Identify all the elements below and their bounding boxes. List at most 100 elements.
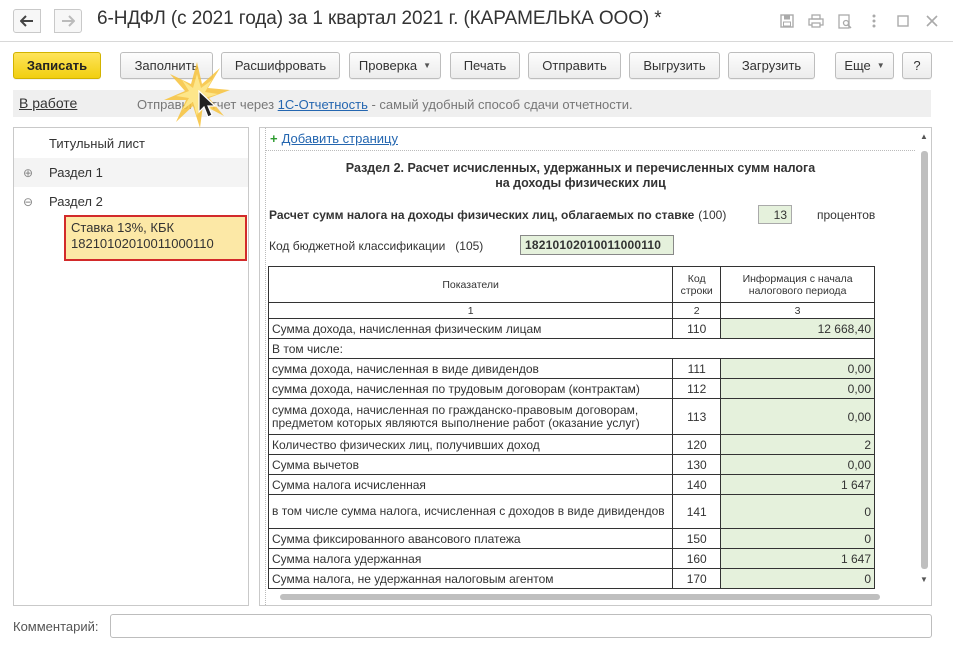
- table-row: в том числе сумма налога, исчисленная с …: [267, 494, 875, 529]
- check-button-label: Проверка: [358, 58, 418, 73]
- row-code: 110: [672, 318, 722, 339]
- row-code: 113: [672, 398, 722, 435]
- tree-item-label: Раздел 2: [49, 194, 103, 209]
- collapse-icon[interactable]: ⊖: [22, 195, 34, 209]
- row-label: Сумма вычетов: [267, 454, 674, 475]
- row-label: В том числе:: [268, 338, 875, 359]
- column-header: Код строки: [672, 266, 722, 303]
- table-row: Количество физических лиц, получивших до…: [267, 434, 875, 455]
- sections-tree: Титульный лист ⊕ Раздел 1 ⊖ Раздел 2 Ста…: [13, 127, 249, 606]
- report-form: + Добавить страницу Раздел 2. Расчет исчи…: [259, 127, 932, 606]
- table-row: Сумма налога исчисленная 140 1 647: [267, 474, 875, 495]
- table-row: Сумма налога, не удержанная налоговым аг…: [267, 568, 875, 589]
- forward-button[interactable]: [54, 9, 82, 33]
- status-info-suffix: - самый удобный способ сдачи отчетности.: [367, 97, 633, 112]
- row-label: Сумма налога удержанная: [267, 548, 674, 569]
- back-button[interactable]: [13, 9, 41, 33]
- document-title: 6-НДФЛ (с 2021 года) за 1 квартал 2021 г…: [97, 8, 662, 29]
- section-title-line1: Раздел 2. Расчет исчисленных, удержанных…: [345, 161, 816, 175]
- horizontal-scrollbar[interactable]: [262, 592, 916, 602]
- row-code: 140: [672, 474, 722, 495]
- row-code: 150: [672, 528, 722, 549]
- close-icon[interactable]: [923, 12, 941, 30]
- chevron-down-icon: ▼: [876, 61, 885, 70]
- row-value[interactable]: 0: [720, 494, 875, 529]
- rate-field[interactable]: 13: [758, 205, 792, 224]
- row-code: 120: [672, 434, 722, 455]
- vertical-scrollbar[interactable]: ▲ ▼: [919, 131, 930, 586]
- 1c-reporting-link[interactable]: 1С-Отчетность: [278, 97, 368, 112]
- comment-input[interactable]: [110, 614, 932, 638]
- status-strip: В работе Отправьте отчет через 1С-Отчетн…: [13, 90, 931, 117]
- scroll-thumb[interactable]: [280, 594, 880, 600]
- export-button[interactable]: Выгрузить: [629, 52, 720, 79]
- row-value[interactable]: 0,00: [720, 378, 875, 399]
- send-button[interactable]: Отправить: [528, 52, 621, 79]
- tree-item-section-2[interactable]: ⊖ Раздел 2: [14, 187, 248, 216]
- row-value[interactable]: 1 647: [720, 474, 875, 495]
- check-dropdown-button[interactable]: Проверка ▼: [349, 52, 441, 79]
- row-code: 130: [672, 454, 722, 475]
- tree-item-kbk: 18210102010011000110: [71, 236, 214, 251]
- expand-icon[interactable]: ⊕: [22, 166, 34, 180]
- row-label: в том числе сумма налога, исчисленная с …: [267, 494, 674, 529]
- column-number: 1: [267, 302, 674, 319]
- add-page-link[interactable]: + Добавить страницу: [270, 131, 398, 146]
- comment-label: Комментарий:: [13, 619, 99, 634]
- print-icon[interactable]: [807, 12, 825, 30]
- chevron-down-icon: ▼: [423, 61, 432, 70]
- maximize-icon[interactable]: [894, 12, 912, 30]
- row-label: Количество физических лиц, получивших до…: [267, 434, 674, 455]
- row-value[interactable]: 1 647: [720, 548, 875, 569]
- table-row: Сумма вычетов 130 0,00: [267, 454, 875, 475]
- table-row: В том числе:: [268, 338, 875, 359]
- table-row: Сумма фиксированного авансового платежа …: [267, 528, 875, 549]
- row-code: 111: [672, 358, 722, 379]
- click-highlight-icon: [164, 62, 230, 128]
- row-value[interactable]: 2: [720, 434, 875, 455]
- row-code: 112: [672, 378, 722, 399]
- more-dropdown-button[interactable]: Еще ▼: [835, 52, 894, 79]
- more-button-label: Еще: [844, 58, 871, 73]
- tree-item-rate-13-kbk[interactable]: Ставка 13%, КБК 18210102010011000110: [64, 215, 247, 261]
- row-value[interactable]: 0,00: [720, 398, 875, 435]
- divider: [265, 150, 915, 151]
- status-link[interactable]: В работе: [19, 95, 77, 111]
- print-button[interactable]: Печать: [450, 52, 520, 79]
- table-header-row: Показатели Код строки Информация с начал…: [267, 266, 875, 303]
- row-label: Сумма налога исчисленная: [267, 474, 674, 495]
- column-header: Показатели: [267, 266, 674, 303]
- more-vertical-icon[interactable]: [865, 12, 883, 30]
- table-row: Сумма налога удержанная 160 1 647: [267, 548, 875, 569]
- scroll-thumb[interactable]: [921, 151, 928, 569]
- command-toolbar: Записать Заполнить Расшифровать Проверка…: [0, 52, 953, 82]
- row-label: сумма дохода, начисленная по гражданско-…: [267, 398, 674, 435]
- table-row: сумма дохода, начисленная по трудовым до…: [267, 378, 875, 399]
- forward-arrow-icon: [62, 15, 75, 27]
- scroll-down-icon[interactable]: ▼: [920, 576, 928, 584]
- row-label: Сумма фиксированного авансового платежа: [267, 528, 674, 549]
- row-value[interactable]: 0: [720, 568, 875, 589]
- rate-code: (100): [698, 208, 727, 222]
- kbk-field[interactable]: 18210102010011000110: [520, 235, 674, 255]
- decode-button[interactable]: Расшифровать: [221, 52, 340, 79]
- row-value[interactable]: 12 668,40: [720, 318, 875, 339]
- table-row: Сумма дохода, начисленная физическим лиц…: [267, 318, 875, 339]
- row-value[interactable]: 0,00: [720, 358, 875, 379]
- save-disk-icon[interactable]: [778, 12, 796, 30]
- tree-item-title-page[interactable]: Титульный лист: [14, 129, 248, 158]
- tree-item-section-1[interactable]: ⊕ Раздел 1: [14, 158, 248, 187]
- row-code: 160: [672, 548, 722, 569]
- row-value[interactable]: 0: [720, 528, 875, 549]
- row-label: Сумма дохода, начисленная физическим лиц…: [267, 318, 674, 339]
- help-button[interactable]: ?: [902, 52, 932, 79]
- divider: [265, 128, 266, 605]
- row-label: сумма дохода, начисленная по трудовым до…: [267, 378, 674, 399]
- preview-icon[interactable]: [836, 12, 854, 30]
- scroll-up-icon[interactable]: ▲: [920, 133, 928, 141]
- add-page-label: Добавить страницу: [281, 131, 398, 146]
- save-button[interactable]: Записать: [13, 52, 101, 79]
- row-value[interactable]: 0,00: [720, 454, 875, 475]
- import-button[interactable]: Загрузить: [728, 52, 815, 79]
- back-arrow-icon: [20, 15, 33, 27]
